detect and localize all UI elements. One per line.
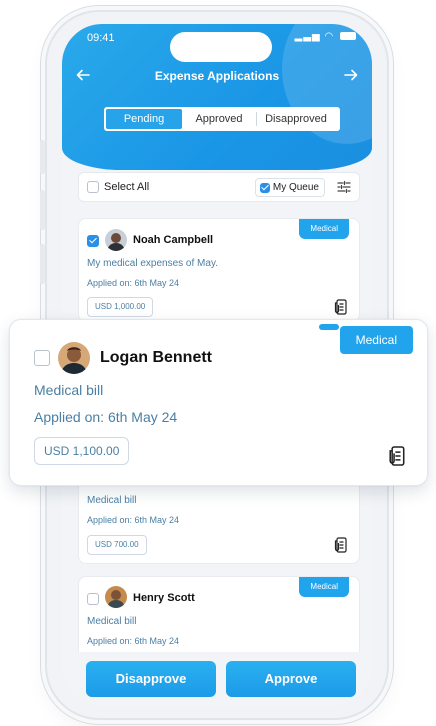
status-icons: ▂▃▅ ◠: [295, 31, 356, 42]
expense-card-highlighted[interactable]: Medical Logan Bennett Medical bill Appli…: [9, 319, 428, 486]
status-time: 09:41: [87, 32, 115, 44]
card-checkbox[interactable]: [87, 235, 99, 247]
applied-date: Applied on: 6th May 24: [87, 515, 180, 525]
phone-side-button: [40, 244, 45, 284]
applicant-name: Noah Campbell: [133, 234, 214, 246]
amount-chip: USD 1,000.00: [87, 297, 154, 317]
tab-disapproved[interactable]: Disapproved: [257, 109, 335, 129]
forward-arrow-icon[interactable]: [344, 68, 358, 82]
avatar: [105, 586, 127, 608]
document-clip-icon[interactable]: [333, 299, 347, 315]
filter-settings-icon[interactable]: [337, 180, 351, 194]
expense-description: Medical bill: [87, 616, 137, 627]
checkbox-checked[interactable]: [259, 182, 270, 193]
tab-approved[interactable]: Approved: [182, 109, 256, 129]
document-clip-icon[interactable]: [333, 537, 347, 553]
applied-date: Applied on: 6th May 24: [87, 636, 180, 646]
card-checkbox[interactable]: [34, 350, 50, 366]
applicant-name: Henry Scott: [133, 592, 195, 604]
phone-side-button: [40, 190, 45, 230]
badge-tab-decoration: [319, 324, 339, 330]
expense-description: Medical bill: [87, 495, 137, 506]
amount-chip: USD 700.00: [87, 535, 147, 555]
applicant-name: Logan Bennett: [100, 349, 212, 366]
my-queue-label: My Queue: [272, 182, 319, 193]
app-header: 09:41 ▂▃▅ ◠ Expense Applications Pending…: [62, 24, 372, 170]
avatar: [58, 342, 90, 374]
tab-pending[interactable]: Pending: [106, 109, 182, 129]
amount-chip: USD 1,100.00: [34, 437, 130, 465]
checkbox[interactable]: [87, 181, 99, 194]
page-title: Expense Applications: [154, 69, 280, 83]
category-badge: Medical: [299, 577, 349, 597]
phone-side-button: [40, 140, 45, 174]
disapprove-button[interactable]: Disapprove: [86, 661, 216, 697]
select-all-label: Select All: [104, 181, 150, 194]
category-badge: Medical: [339, 326, 413, 354]
applied-date: Applied on: 6th May 24: [34, 409, 178, 425]
document-clip-icon[interactable]: [387, 445, 405, 467]
status-tabs: Pending Approved Disapproved: [104, 107, 340, 131]
select-all-checkbox[interactable]: Select All: [87, 181, 150, 194]
wifi-icon: ◠: [324, 31, 335, 42]
filter-bar: Select All My Queue: [78, 172, 360, 202]
signal-icon: ▂▃▅: [294, 31, 321, 42]
applied-date: Applied on: 6th May 24: [87, 278, 180, 288]
category-badge: Medical: [299, 219, 349, 239]
my-queue-toggle[interactable]: My Queue: [254, 178, 325, 197]
dynamic-island: [170, 32, 272, 62]
expense-card[interactable]: Medical Noah Campbell My medical expense…: [78, 218, 360, 322]
approve-button[interactable]: Approve: [226, 661, 356, 697]
action-bar: Disapprove Approve: [62, 652, 372, 706]
avatar: [105, 229, 127, 251]
card-checkbox[interactable]: [87, 593, 99, 605]
battery-icon: [340, 32, 356, 41]
expense-description: My medical expenses of May.: [87, 258, 218, 269]
expense-description: Medical bill: [34, 382, 104, 398]
